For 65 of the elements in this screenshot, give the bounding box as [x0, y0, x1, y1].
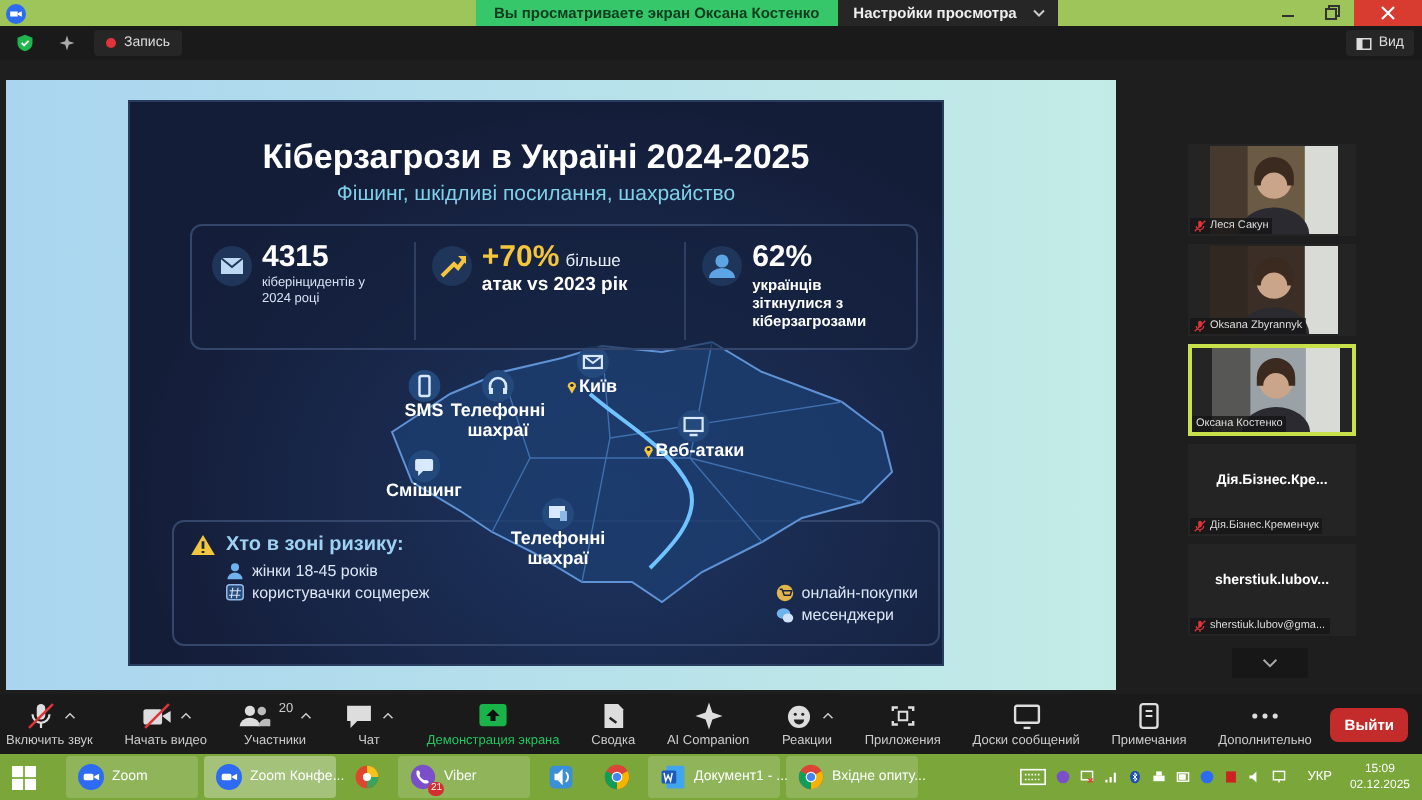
record-icon	[106, 38, 116, 48]
risk-heading: Хто в зоні ризику:	[226, 534, 404, 556]
chrome-icon	[798, 764, 824, 790]
laptop-icon	[542, 498, 574, 530]
headset-icon	[482, 370, 514, 402]
person-icon	[226, 562, 244, 580]
viber-icon[interactable]	[1055, 770, 1070, 784]
risk-channel-text: онлайн-покупки	[801, 584, 918, 602]
close-button[interactable]	[1354, 0, 1422, 26]
zoom-icon	[78, 764, 104, 790]
risk-group-text: жінки 18-45 років	[252, 562, 378, 580]
network-icon[interactable]	[1079, 770, 1094, 784]
person-icon	[702, 246, 743, 286]
volume-icon[interactable]	[1247, 770, 1262, 784]
keyboard-icon[interactable]	[1019, 768, 1046, 786]
stat-caption: більше	[565, 250, 621, 270]
risk-channel-text: месенджери	[801, 606, 894, 624]
slide-title: Кіберзагрози в Україні 2024-2025	[260, 138, 812, 178]
windows-start-icon[interactable]	[12, 765, 36, 789]
bluetooth-icon[interactable]	[1127, 770, 1142, 784]
envelope-icon	[576, 346, 608, 378]
zoom-icon	[216, 764, 242, 790]
stat-value: 4315	[262, 242, 329, 274]
printer-icon[interactable]	[1151, 770, 1166, 784]
word-icon	[660, 764, 686, 790]
hashtag-icon	[226, 584, 244, 602]
map-label: SMS	[404, 402, 444, 421]
app-icon	[354, 764, 380, 790]
chat-bubble-icon	[342, 701, 377, 729]
phone-icon	[408, 370, 440, 402]
caret-icon[interactable]	[63, 711, 76, 719]
layout-icon	[1356, 37, 1373, 49]
display-icon[interactable]	[1271, 770, 1286, 784]
battery-icon[interactable]	[1175, 770, 1190, 784]
monitor-icon	[678, 410, 710, 442]
stat-value: +70%	[481, 242, 560, 274]
slide-subtitle: Фішинг, шкідливі посилання, шахрайство	[334, 180, 738, 208]
stat-value: 62%	[752, 242, 813, 274]
arrow-up-icon	[431, 246, 472, 286]
envelope-icon	[212, 246, 252, 286]
map-label: Телефонні шахраї	[508, 530, 608, 568]
caret-icon[interactable]	[821, 711, 833, 719]
caret-icon[interactable]	[179, 711, 192, 719]
document-icon[interactable]	[1223, 770, 1238, 784]
cart-icon	[775, 584, 794, 602]
caret-icon[interactable]	[382, 711, 395, 719]
stat-caption: атак vs 2023 рік	[481, 276, 628, 296]
sparkle-icon	[691, 701, 726, 729]
map-label: Смішинг	[386, 482, 462, 501]
warning-icon	[190, 534, 216, 556]
people-icon	[238, 701, 273, 729]
risk-group-text: користувачки соцмереж	[252, 584, 430, 602]
map-label: Телефонні шахраї	[448, 402, 548, 440]
chrome-icon	[604, 764, 630, 790]
map-label: Київ	[578, 378, 618, 397]
caret-icon[interactable]	[299, 711, 312, 719]
chat-bubble-icon	[775, 606, 794, 624]
board-icon	[1009, 701, 1044, 729]
zoom-icon	[6, 3, 26, 23]
chevron-down-icon	[1032, 8, 1047, 18]
chevron-down-icon	[1262, 658, 1278, 668]
chat-bubble-icon	[408, 450, 440, 482]
speaker-icon	[548, 764, 574, 790]
signal-icon[interactable]	[1103, 770, 1118, 784]
share-screen-icon	[476, 701, 511, 729]
